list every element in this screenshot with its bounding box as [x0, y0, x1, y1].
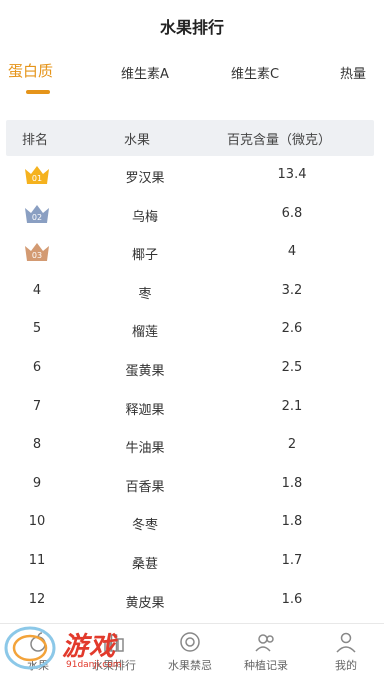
fruit-name: 榴莲 [131, 325, 159, 341]
nav-label-taboo: 水果禁忌 [168, 659, 212, 672]
fruit-name: 释迦果 [125, 402, 165, 418]
taboo-icon [180, 632, 200, 652]
fruit-name: 冬枣 [131, 518, 159, 534]
page-title: 水果排行 [159, 18, 224, 37]
header-rank: 排名 [22, 133, 49, 148]
tab-calories[interactable]: 热量 [340, 63, 366, 82]
fruit-name: 桑葚 [131, 556, 159, 572]
nav-label-planting: 种植记录 [244, 659, 288, 672]
nav-item-taboo[interactable]: 水果禁忌 [152, 630, 228, 673]
table-row: 7 释迦果 2.1 [0, 388, 384, 427]
rank-number: 5 [32, 321, 42, 337]
category-tabs: 蛋白质 维生素A 维生素C 热量 [0, 60, 384, 100]
tab-protein[interactable]: 蛋白质 [8, 60, 53, 81]
fruit-name: 枣 [138, 286, 152, 302]
table-row: 02 乌梅 6.8 [0, 195, 384, 234]
table-row: 12 黄皮果 1.6 [0, 581, 384, 620]
table-row: 8 牛油果 2 [0, 426, 384, 465]
rank-number: 10 [28, 514, 46, 530]
nav-item-profile[interactable]: 我的 [308, 630, 384, 673]
tab-vitamin-c[interactable]: 维生素C [231, 63, 279, 82]
table-header: 排名 水果 百克含量（微克） [6, 120, 374, 156]
rank-number: 8 [32, 437, 42, 453]
rank-number: 12 [28, 591, 46, 607]
rank-number: 9 [32, 475, 42, 491]
table-row: 03 椰子 4 [0, 233, 384, 272]
rank-number: 7 [32, 398, 42, 414]
rank-number: 11 [28, 552, 46, 568]
fruit-name: 罗汉果 [125, 171, 165, 186]
amount-value: 6.8 [281, 205, 303, 221]
amount-value: 1.8 [281, 514, 303, 530]
fruit-name: 乌梅 [131, 209, 159, 225]
table-row: 11 桑葚 1.7 [0, 542, 384, 581]
tab-vitamin-a[interactable]: 维生素A [121, 63, 169, 82]
fruit-name: 黄皮果 [125, 595, 165, 611]
rank-number: 6 [32, 359, 42, 375]
amount-value: 4 [287, 244, 297, 260]
amount-value: 1.8 [281, 475, 303, 491]
table-row: 4 枣 3.2 [0, 272, 384, 311]
table-row: 5 榴莲 2.6 [0, 310, 384, 349]
crown-gold-icon: 01 [25, 166, 49, 184]
profile-icon [336, 632, 356, 653]
amount-value: 2.1 [281, 398, 303, 414]
planting-record-icon [255, 634, 274, 652]
amount-value: 3.2 [281, 282, 303, 298]
watermark-text: 游戏 [62, 632, 117, 662]
crown-rank-label: 01 [32, 174, 42, 183]
crown-silver-icon: 02 [25, 204, 49, 223]
fruit-name: 椰子 [131, 248, 159, 264]
amount-value: 13.4 [277, 167, 307, 182]
fruit-name: 百香果 [125, 479, 165, 495]
crown-rank-label: 03 [32, 251, 42, 260]
fruit-name: 牛油果 [125, 441, 165, 457]
nav-label-profile: 我的 [335, 659, 357, 672]
rank-number: 4 [32, 282, 42, 298]
amount-value: 2.5 [281, 359, 303, 375]
crown-rank-label: 02 [32, 213, 42, 222]
header-fruit: 水果 [124, 133, 151, 148]
amount-value: 2 [287, 437, 297, 453]
nav-item-planting[interactable]: 种植记录 [228, 630, 304, 673]
table-row: 01 罗汉果 13.4 [0, 156, 384, 195]
ranking-list: 01 罗汉果 13.4 02 乌梅 6.8 03 椰子 4 4 枣 3.2 5 榴莲 2.6 6 蛋黄果 2.5 7… [0, 156, 384, 619]
watermark-subtext: 91danji.com [66, 660, 122, 670]
amount-value: 1.7 [281, 552, 303, 568]
table-row: 10 冬枣 1.8 [0, 503, 384, 542]
crown-bronze-icon: 03 [25, 243, 49, 262]
active-tab-indicator [26, 90, 50, 94]
table-row: 6 蛋黄果 2.5 [0, 349, 384, 388]
table-row: 9 百香果 1.8 [0, 465, 384, 504]
amount-value: 1.6 [281, 591, 303, 607]
header-amount: 百克含量（微克） [227, 133, 332, 148]
amount-value: 2.6 [281, 321, 303, 337]
fruit-name: 蛋黄果 [125, 363, 165, 379]
